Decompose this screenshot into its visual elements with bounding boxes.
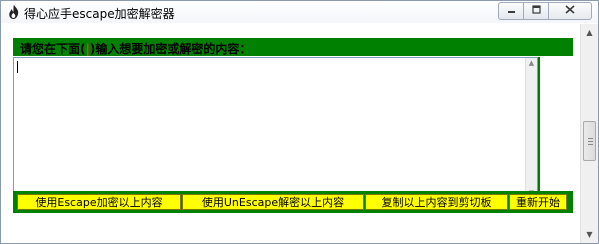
green-border-right	[538, 57, 540, 200]
window-scroll-down-icon[interactable]: ▼	[581, 226, 598, 243]
text-caret	[17, 61, 18, 73]
window-scrollbar[interactable]: ▲ ▼	[580, 24, 598, 243]
minimize-button[interactable]	[498, 2, 524, 20]
window-scroll-up-icon[interactable]: ▲	[581, 24, 598, 41]
content-textarea[interactable]: ▲ ▼	[13, 57, 538, 200]
title-bar[interactable]: 得心应手escape加密解密器	[1, 1, 598, 23]
maximize-icon	[531, 5, 541, 17]
thumb-grip-line	[588, 144, 593, 145]
flame-icon	[7, 4, 21, 20]
window-title: 得心应手escape加密解密器	[24, 7, 175, 21]
client-area: 请您在下面(|)输入想要加密或解密的内容： ▲ ▼ 使用Escape加密以上内容…	[1, 24, 580, 243]
close-button[interactable]	[548, 2, 592, 20]
close-icon	[565, 5, 575, 17]
escape-encrypt-button[interactable]: 使用Escape加密以上内容	[17, 194, 181, 210]
instruction-text-after: )输入想要加密或解密的内容：	[89, 42, 252, 56]
copy-to-clipboard-button[interactable]: 复制以上内容到剪切板	[365, 194, 508, 210]
instruction-bar: 请您在下面(|)输入想要加密或解密的内容：	[13, 38, 573, 56]
button-bar: 使用Escape加密以上内容 使用UnEscape解密以上内容 复制以上内容到剪…	[13, 191, 573, 213]
app-window: 得心应手escape加密解密器 请您在下面(|)输入想要加密或解密的内容： ▲ …	[0, 0, 599, 244]
minimize-icon	[507, 5, 516, 17]
instruction-label: 请您在下面(|)输入想要加密或解密的内容：	[20, 40, 251, 57]
unescape-decrypt-button[interactable]: 使用UnEscape解密以上内容	[182, 194, 364, 210]
textarea-scrollbar[interactable]: ▲ ▼	[525, 58, 537, 199]
window-controls	[498, 2, 592, 21]
scrollbar-thumb[interactable]	[583, 121, 596, 161]
restart-button[interactable]: 重新开始	[509, 194, 567, 210]
instruction-text-before: 请您在下面(	[20, 42, 86, 56]
maximize-button[interactable]	[523, 2, 549, 20]
thumb-grip-line	[588, 141, 593, 142]
thumb-grip-line	[588, 138, 593, 139]
scroll-up-arrow-icon[interactable]: ▲	[526, 58, 537, 69]
